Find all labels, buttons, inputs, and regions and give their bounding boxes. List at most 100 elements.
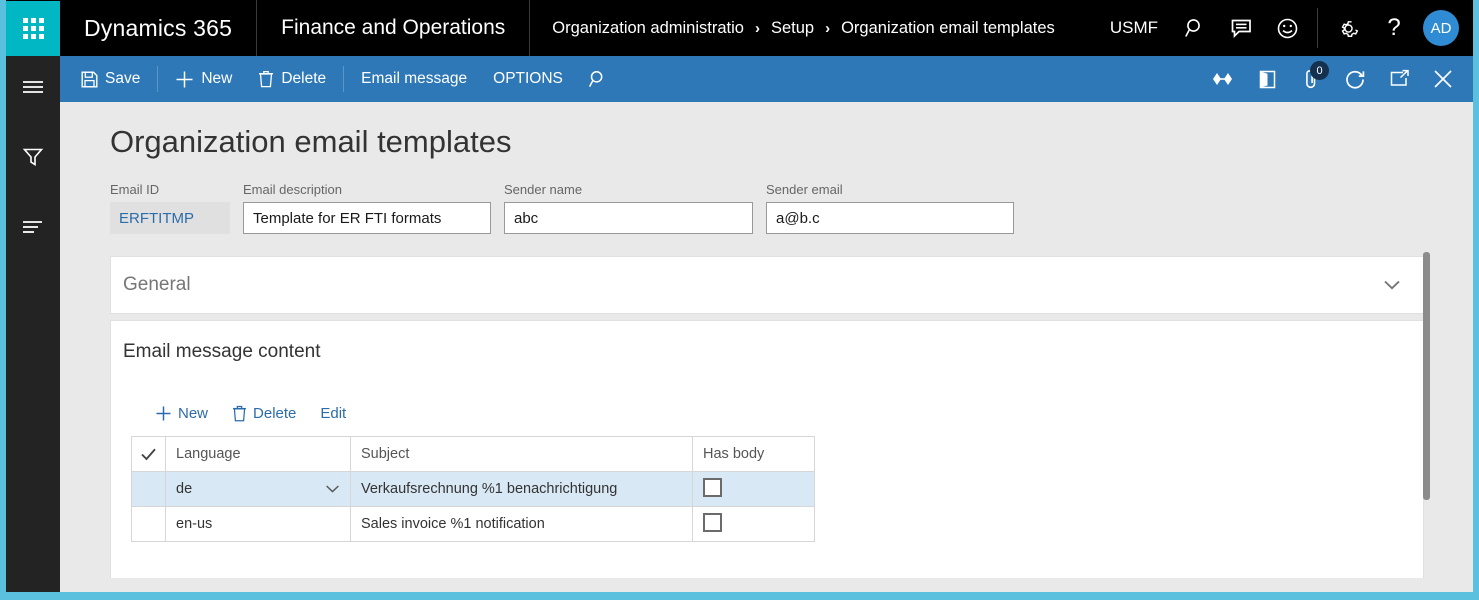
section-general-header[interactable]: General	[111, 257, 1423, 313]
email-description-input[interactable]: Template for ER FTI formats	[243, 202, 491, 234]
cell-language[interactable]: de	[166, 472, 351, 507]
gear-icon[interactable]	[1325, 0, 1371, 56]
chat-icon[interactable]	[1218, 0, 1264, 56]
section-email-message-content: Email message content New Delete Edit	[110, 320, 1424, 580]
chevron-down-icon[interactable]	[1383, 279, 1401, 291]
has-body-checkbox[interactable]	[703, 478, 722, 497]
table-header-row: Language Subject Has body	[132, 437, 815, 472]
field-email-id: Email ID ERFTITMP	[110, 182, 230, 234]
top-navigation-bar: Dynamics 365 Finance and Operations Orga…	[6, 0, 1473, 56]
breadcrumb: Organization administratio › Setup › Org…	[530, 19, 1096, 38]
attachment-icon[interactable]: 0	[1289, 56, 1333, 102]
brand-dynamics-box[interactable]: Dynamics 365	[60, 0, 257, 56]
grid-delete-button[interactable]: Delete	[220, 398, 308, 428]
cell-language[interactable]: en-us	[166, 507, 351, 542]
action-bar-left: Save New Delete Email message OPTIONS	[60, 56, 1201, 102]
field-row: Email ID ERFTITMP Email description Temp…	[110, 182, 1014, 234]
cell-subject[interactable]: Verkaufsrechnung %1 benachrichtigung	[351, 472, 693, 507]
office-app-icon[interactable]	[1245, 56, 1289, 102]
delete-label: Delete	[281, 70, 326, 88]
field-label: Sender name	[504, 182, 753, 197]
select-all-header[interactable]	[132, 437, 166, 472]
link-diamond-icon[interactable]	[1201, 56, 1245, 102]
page-title: Organization email templates	[110, 124, 511, 160]
row-select-cell[interactable]	[132, 472, 166, 507]
column-header-subject[interactable]: Subject	[351, 437, 693, 472]
action-bar: Save New Delete Email message OPTIONS	[60, 56, 1473, 102]
grid-delete-label: Delete	[253, 405, 296, 422]
bottom-strip	[60, 578, 1473, 592]
chevron-down-icon[interactable]	[325, 484, 340, 494]
brand-module-box[interactable]: Finance and Operations	[257, 0, 530, 56]
breadcrumb-item-organization-administration[interactable]: Organization administratio	[552, 19, 744, 38]
company-selector[interactable]: USMF	[1096, 0, 1172, 56]
column-header-language[interactable]: Language	[166, 437, 351, 472]
new-button[interactable]: New	[162, 56, 245, 102]
action-divider	[343, 66, 344, 92]
popout-icon[interactable]	[1377, 56, 1421, 102]
email-id-value: ERFTITMP	[110, 202, 230, 234]
top-right-toolbar: USMF ? AD	[1096, 0, 1473, 56]
grid-new-label: New	[178, 405, 208, 422]
breadcrumb-item-organization-email-templates[interactable]: Organization email templates	[841, 19, 1055, 38]
field-label: Email description	[243, 182, 491, 197]
search-icon[interactable]	[1172, 0, 1218, 56]
action-divider	[157, 66, 158, 92]
search-icon[interactable]	[576, 56, 620, 102]
left-navigation-rail	[6, 56, 60, 592]
breadcrumb-separator-icon: ›	[825, 20, 830, 37]
cell-has-body[interactable]	[693, 472, 815, 507]
breadcrumb-item-setup[interactable]: Setup	[771, 19, 814, 38]
hamburger-menu-icon[interactable]	[6, 62, 60, 112]
field-label: Email ID	[110, 182, 230, 197]
action-bar-right: 0	[1201, 56, 1473, 102]
cell-subject[interactable]: Sales invoice %1 notification	[351, 507, 693, 542]
cell-has-body[interactable]	[693, 507, 815, 542]
app-launcher-grid-icon[interactable]	[6, 1, 60, 56]
grid-edit-button[interactable]: Edit	[308, 398, 358, 428]
content-area: Organization email templates Email ID ER…	[60, 102, 1473, 592]
field-sender-email: Sender email a@b.c	[766, 182, 1014, 234]
tab-options[interactable]: OPTIONS	[480, 56, 576, 102]
new-label: New	[201, 70, 232, 88]
brand-name: Dynamics 365	[84, 15, 232, 42]
filter-icon[interactable]	[6, 132, 60, 182]
breadcrumb-separator-icon: ›	[755, 20, 760, 37]
avatar[interactable]: AD	[1423, 10, 1459, 46]
section-email-message-content-title: Email message content	[123, 341, 321, 363]
attachment-count-badge: 0	[1310, 61, 1329, 80]
save-label: Save	[105, 70, 140, 88]
email-message-grid: Language Subject Has body de	[131, 436, 815, 542]
table-row[interactable]: de Verkaufsrechnung %1 benachrichtigung	[132, 472, 815, 507]
sender-email-input[interactable]: a@b.c	[766, 202, 1014, 234]
field-label: Sender email	[766, 182, 1014, 197]
smiley-icon[interactable]	[1264, 0, 1310, 56]
field-email-description: Email description Template for ER FTI fo…	[243, 182, 491, 234]
table-row[interactable]: en-us Sales invoice %1 notification	[132, 507, 815, 542]
grid-new-button[interactable]: New	[143, 398, 220, 428]
email-message-label: Email message	[361, 70, 467, 88]
section-general[interactable]: General	[110, 256, 1424, 314]
help-icon[interactable]: ?	[1371, 0, 1417, 56]
options-label: OPTIONS	[493, 70, 563, 88]
app-window: Dynamics 365 Finance and Operations Orga…	[6, 0, 1473, 592]
module-name: Finance and Operations	[281, 16, 505, 40]
section-general-title: General	[123, 274, 191, 296]
list-icon[interactable]	[6, 202, 60, 252]
sender-name-input[interactable]: abc	[504, 202, 753, 234]
column-header-has-body[interactable]: Has body	[693, 437, 815, 472]
tab-email-message[interactable]: Email message	[348, 56, 480, 102]
row-select-cell[interactable]	[132, 507, 166, 542]
cell-language-value: de	[176, 481, 192, 497]
waffle-squares	[23, 18, 44, 39]
refresh-icon[interactable]	[1333, 56, 1377, 102]
save-button[interactable]: Save	[68, 56, 153, 102]
vertical-scrollbar[interactable]	[1423, 252, 1430, 500]
has-body-checkbox[interactable]	[703, 513, 722, 532]
grid-edit-label: Edit	[320, 405, 346, 422]
grid-toolbar: New Delete Edit	[143, 398, 358, 428]
delete-button[interactable]: Delete	[245, 56, 339, 102]
close-icon[interactable]	[1421, 56, 1465, 102]
toolbar-divider	[1317, 8, 1318, 48]
checkmark-icon	[140, 447, 157, 462]
